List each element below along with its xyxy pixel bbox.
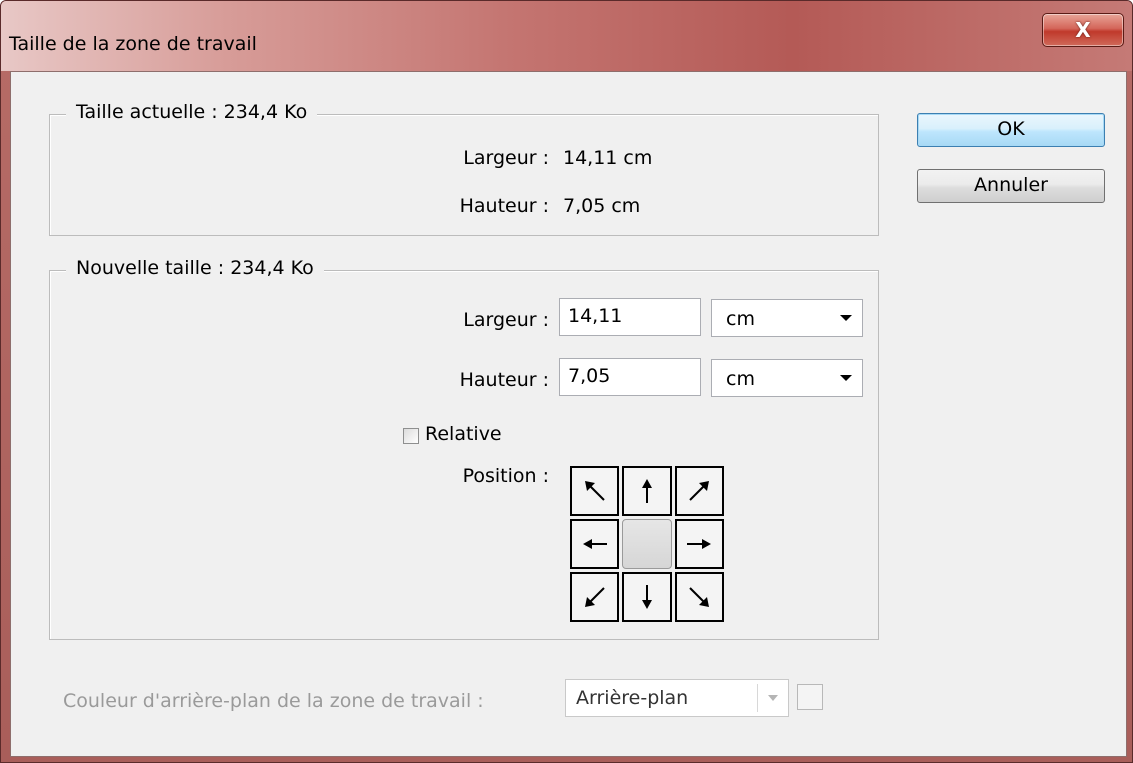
anchor-right[interactable] (674, 519, 724, 569)
width-unit-value: cm (726, 308, 755, 330)
anchor-center[interactable] (622, 519, 672, 569)
current-size-title: Taille actuelle : 234,4 Ko (66, 101, 318, 123)
anchor-top-right[interactable] (674, 466, 724, 516)
background-color-value: Arrière-plan (576, 687, 689, 709)
dialog-body: Taille actuelle : 234,4 Ko Largeur : 14,… (10, 71, 1127, 757)
width-unit-select[interactable]: cm (711, 299, 863, 337)
new-height-label: Hauteur : (459, 369, 549, 391)
cancel-button[interactable]: Annuler (917, 169, 1105, 203)
height-unit-select[interactable]: cm (711, 359, 863, 397)
background-color-select[interactable]: Arrière-plan (565, 679, 789, 717)
close-button[interactable]: X (1042, 13, 1124, 47)
relative-checkbox[interactable] (403, 428, 419, 444)
current-height-value: 7,05 cm (563, 195, 641, 217)
arrow-up-right-icon (689, 481, 710, 501)
new-size-title: Nouvelle taille : 234,4 Ko (66, 257, 324, 279)
ok-button[interactable]: OK (917, 113, 1105, 147)
select-divider (757, 684, 758, 712)
width-input[interactable]: 14,11 (559, 298, 701, 336)
anchor-top[interactable] (622, 466, 672, 516)
arrow-right-icon (687, 539, 712, 549)
anchor-bottom-right[interactable] (674, 572, 724, 622)
anchor-top-left[interactable] (570, 466, 620, 516)
arrow-up-icon (641, 479, 652, 503)
arrow-down-left-icon (584, 587, 605, 607)
chevron-down-icon (768, 695, 778, 701)
current-height-label: Hauteur : (459, 195, 549, 217)
current-size-group: Taille actuelle : 234,4 Ko (49, 101, 879, 236)
arrow-up-left-icon (584, 481, 605, 501)
arrow-down-icon (641, 585, 652, 609)
relative-label[interactable]: Relative (425, 423, 502, 445)
new-width-label: Largeur : (463, 309, 549, 331)
chevron-down-icon (840, 375, 852, 381)
chevron-down-icon (840, 315, 852, 321)
background-color-label: Couleur d'arrière-plan de la zone de tra… (63, 690, 484, 712)
anchor-grid (570, 466, 724, 622)
arrow-down-right-icon (689, 587, 710, 607)
height-unit-value: cm (726, 368, 755, 390)
title-bar: Taille de la zone de travail X (1, 1, 1132, 71)
height-input[interactable]: 7,05 (559, 358, 701, 396)
position-label: Position : (462, 465, 549, 487)
arrow-left-icon (582, 539, 607, 549)
background-color-swatch[interactable] (797, 684, 823, 710)
canvas-size-dialog: Taille de la zone de travail X Taille ac… (0, 0, 1133, 763)
current-width-value: 14,11 cm (563, 147, 653, 169)
anchor-left[interactable] (570, 519, 620, 569)
current-width-label: Largeur : (463, 147, 549, 169)
dialog-title: Taille de la zone de travail (9, 33, 257, 55)
close-icon: X (1075, 18, 1091, 42)
anchor-bottom-left[interactable] (570, 572, 620, 622)
anchor-bottom[interactable] (622, 572, 672, 622)
